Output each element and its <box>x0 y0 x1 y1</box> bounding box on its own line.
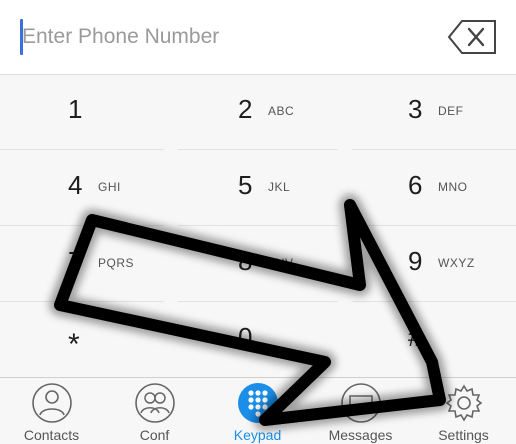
dialer-screen: 1 2 ABC 3 DEF 4 GHI 5 JKL 6 MNO 7 PQRS <box>0 0 516 444</box>
key-letters: ABC <box>268 104 295 118</box>
key-letters: WXYZ <box>438 256 475 270</box>
key-2[interactable]: 2 ABC <box>170 74 334 150</box>
key-digit: 5 <box>238 170 253 200</box>
divider <box>352 149 516 150</box>
key-9[interactable]: 9 WXYZ <box>340 226 504 302</box>
tab-contacts[interactable]: Contacts <box>0 378 103 444</box>
key-digit: 3 <box>408 94 423 124</box>
key-6[interactable]: 6 MNO <box>340 150 504 226</box>
tab-messages[interactable]: Messages <box>309 378 412 444</box>
conference-icon <box>135 383 175 423</box>
tab-label: Messages <box>328 427 393 443</box>
key-letters: TUV <box>268 256 294 270</box>
divider <box>0 225 164 226</box>
tab-label: Conf <box>139 427 170 443</box>
key-7[interactable]: 7 PQRS <box>0 226 164 302</box>
key-digit: 8 <box>238 246 253 276</box>
key-1[interactable]: 1 <box>0 74 164 150</box>
tab-settings[interactable]: Settings <box>412 378 515 444</box>
divider <box>178 225 338 226</box>
key-digit: # <box>408 322 423 352</box>
tab-label: Settings <box>438 427 489 443</box>
key-digit: * <box>68 328 80 361</box>
key-4[interactable]: 4 GHI <box>0 150 164 226</box>
key-3[interactable]: 3 DEF <box>340 74 504 150</box>
key-star[interactable]: * <box>0 302 164 378</box>
key-hash[interactable]: # <box>340 302 504 378</box>
tab-keypad[interactable]: Keypad <box>206 378 309 444</box>
gear-icon <box>445 384 483 422</box>
tab-label: Keypad <box>233 427 282 443</box>
backspace-button[interactable] <box>446 18 500 56</box>
divider <box>0 301 164 302</box>
divider <box>178 149 338 150</box>
key-letters: GHI <box>98 180 121 194</box>
backspace-icon <box>447 20 496 54</box>
phone-number-input[interactable] <box>22 22 402 52</box>
key-8[interactable]: 8 TUV <box>170 226 334 302</box>
key-letters: PQRS <box>98 256 135 270</box>
key-5[interactable]: 5 JKL <box>170 150 334 226</box>
key-letters: MNO <box>438 180 468 194</box>
key-letters: JKL <box>268 180 291 194</box>
key-digit: 2 <box>238 94 253 124</box>
divider <box>0 149 164 150</box>
key-digit: 6 <box>408 170 423 200</box>
keypad-icon <box>238 383 278 423</box>
tab-conf[interactable]: Conf <box>103 378 206 444</box>
message-icon <box>341 383 381 423</box>
tab-bar: Contacts Conf Keypad Messages Settings <box>0 377 516 444</box>
divider <box>178 301 338 302</box>
key-letters: DEF <box>438 104 464 118</box>
key-digit: 1 <box>68 94 83 124</box>
contact-icon <box>32 383 72 423</box>
key-digit: 9 <box>408 246 423 276</box>
key-digit: 4 <box>68 170 83 200</box>
tab-label: Contacts <box>23 427 80 443</box>
keypad: 1 2 ABC 3 DEF 4 GHI 5 JKL 6 MNO 7 PQRS 8… <box>0 74 516 377</box>
divider <box>352 225 516 226</box>
phone-entry-bar <box>0 0 516 75</box>
key-0[interactable]: 0 <box>170 302 334 378</box>
divider <box>352 301 516 302</box>
key-digit: 7 <box>68 246 83 276</box>
key-digit: 0 <box>238 322 253 352</box>
